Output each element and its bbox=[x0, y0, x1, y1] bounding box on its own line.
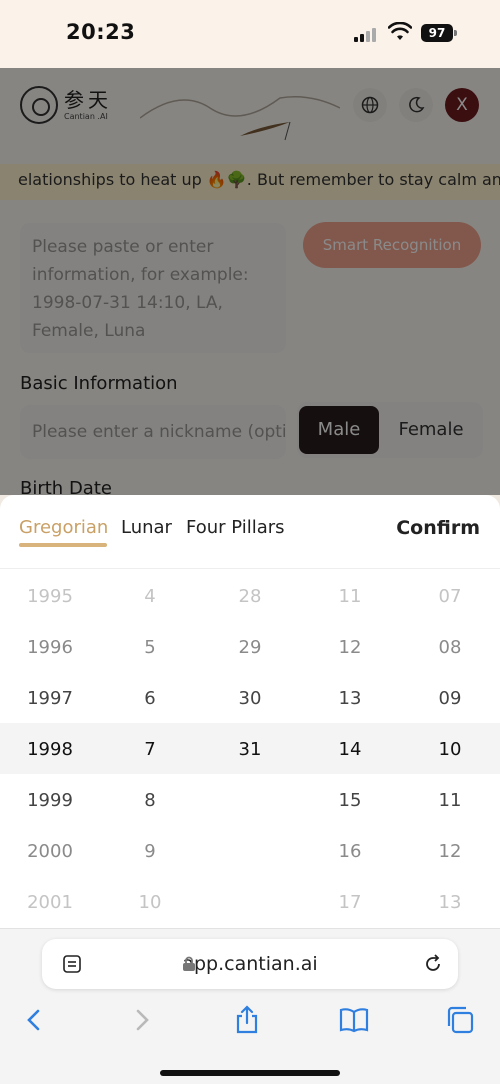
picker-option[interactable]: 15 bbox=[300, 775, 400, 826]
share-button[interactable] bbox=[230, 1003, 264, 1037]
bookmarks-button[interactable] bbox=[337, 1003, 371, 1037]
picker-option[interactable]: 1995 bbox=[0, 571, 100, 622]
picker-option[interactable]: 13 bbox=[300, 673, 400, 724]
tab-gregorian[interactable]: Gregorian bbox=[19, 517, 108, 538]
picker-option[interactable]: 7 bbox=[100, 724, 200, 775]
modal-backdrop[interactable] bbox=[0, 68, 500, 495]
picker-option[interactable]: 09 bbox=[400, 673, 500, 724]
picker-option[interactable]: 1996 bbox=[0, 622, 100, 673]
picker-option[interactable]: 11 bbox=[300, 571, 400, 622]
picker-option[interactable]: 8 bbox=[100, 775, 200, 826]
picker-option[interactable]: 28 bbox=[200, 571, 300, 622]
tabs-button[interactable] bbox=[443, 1003, 477, 1037]
picker-option[interactable]: 10 bbox=[400, 724, 500, 775]
address-bar[interactable]: app.cantian.ai bbox=[42, 939, 458, 989]
month-column[interactable]: 4 5 6 7 8 9 10 bbox=[100, 570, 200, 928]
picker-option[interactable]: 6 bbox=[100, 673, 200, 724]
day-column[interactable]: 28 29 30 31 bbox=[200, 570, 300, 928]
status-time: 20:23 bbox=[66, 20, 136, 44]
lock-icon bbox=[183, 956, 195, 971]
forward-button[interactable] bbox=[125, 1003, 159, 1037]
picker-option[interactable]: 9 bbox=[100, 826, 200, 877]
picker-option[interactable]: 1999 bbox=[0, 775, 100, 826]
picker-wheel[interactable]: 1995 1996 1997 1998 1999 2000 2001 4 5 6 7 8 9 10 28… bbox=[0, 570, 500, 928]
chevron-left-icon bbox=[27, 1009, 40, 1031]
picker-option[interactable]: 29 bbox=[200, 622, 300, 673]
reload-icon[interactable] bbox=[422, 953, 444, 975]
browser-toolbar: app.cantian.ai bbox=[0, 928, 500, 1084]
picker-option[interactable]: 13 bbox=[400, 877, 500, 928]
picker-option[interactable] bbox=[200, 826, 300, 877]
back-button[interactable] bbox=[17, 1003, 51, 1037]
picker-option[interactable]: 14 bbox=[300, 724, 400, 775]
picker-option[interactable]: 11 bbox=[400, 775, 500, 826]
picker-option[interactable]: 12 bbox=[400, 826, 500, 877]
picker-option[interactable]: 5 bbox=[100, 622, 200, 673]
tab-four-pillars[interactable]: Four Pillars bbox=[186, 517, 285, 538]
picker-option[interactable]: 31 bbox=[200, 724, 300, 775]
tab-lunar[interactable]: Lunar bbox=[121, 517, 172, 538]
share-icon bbox=[236, 1005, 258, 1034]
hour-column[interactable]: 11 12 13 14 15 16 17 bbox=[300, 570, 400, 928]
active-tab-underline bbox=[19, 543, 107, 547]
calendar-type-tabs: Gregorian Lunar Four Pillars Confirm bbox=[0, 495, 500, 569]
picker-option[interactable] bbox=[200, 775, 300, 826]
minute-column[interactable]: 07 08 09 10 11 12 13 bbox=[400, 570, 500, 928]
battery-indicator: 97 bbox=[421, 24, 453, 42]
picker-option[interactable]: 2000 bbox=[0, 826, 100, 877]
date-picker-sheet: Gregorian Lunar Four Pillars Confirm 199… bbox=[0, 495, 500, 928]
tabs-icon bbox=[447, 1006, 474, 1034]
picker-option[interactable]: 08 bbox=[400, 622, 500, 673]
picker-option[interactable]: 1997 bbox=[0, 673, 100, 724]
picker-option[interactable]: 10 bbox=[100, 877, 200, 928]
picker-option[interactable]: 12 bbox=[300, 622, 400, 673]
picker-option[interactable] bbox=[200, 877, 300, 928]
url-text: app.cantian.ai bbox=[182, 953, 318, 975]
book-icon bbox=[339, 1008, 369, 1033]
wifi-icon bbox=[388, 22, 412, 40]
picker-option[interactable]: 2001 bbox=[0, 877, 100, 928]
battery-tip-icon bbox=[454, 30, 457, 36]
year-column[interactable]: 1995 1996 1997 1998 1999 2000 2001 bbox=[0, 570, 100, 928]
picker-option[interactable]: 30 bbox=[200, 673, 300, 724]
chevron-right-icon bbox=[136, 1009, 149, 1031]
picker-option[interactable]: 17 bbox=[300, 877, 400, 928]
picker-option[interactable]: 07 bbox=[400, 571, 500, 622]
cellular-signal-icon bbox=[354, 26, 380, 42]
confirm-button[interactable]: Confirm bbox=[396, 517, 480, 539]
picker-option[interactable]: 4 bbox=[100, 571, 200, 622]
picker-option[interactable]: 1998 bbox=[0, 724, 100, 775]
picker-option[interactable]: 16 bbox=[300, 826, 400, 877]
home-indicator bbox=[160, 1070, 340, 1076]
status-bar: 20:23 97 bbox=[0, 0, 500, 68]
